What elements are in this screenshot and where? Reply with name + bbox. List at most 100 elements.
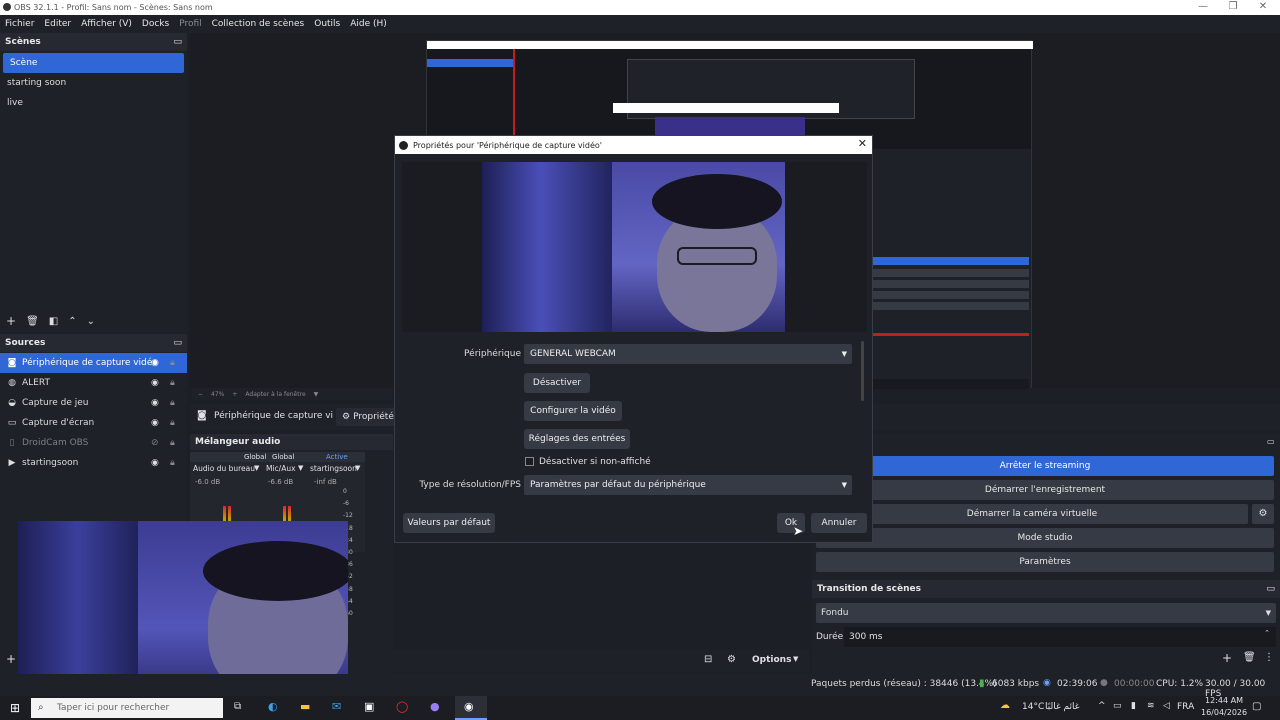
settings-button[interactable]: Paramètres xyxy=(816,552,1274,572)
layout-icon[interactable]: ⊟ xyxy=(704,654,712,665)
chevron-up-icon[interactable]: ⌃ xyxy=(1264,623,1270,643)
close-window-button[interactable]: ✕ xyxy=(1248,0,1278,15)
zoom-in-icon[interactable]: + xyxy=(232,391,237,398)
source-row[interactable]: ◒ Capture de jeu ◉ 🔒︎ xyxy=(0,393,187,413)
lock-icon[interactable]: 🔒︎ xyxy=(170,358,175,368)
studio-mode-button[interactable]: Mode studio xyxy=(816,528,1274,548)
stop-streaming-button[interactable]: Arrêter le streaming xyxy=(816,456,1274,476)
chevron-down-icon[interactable]: ▼ xyxy=(355,464,360,472)
menu-fichier[interactable]: Fichier xyxy=(0,19,39,29)
undock-icon[interactable]: ▭ xyxy=(1267,437,1275,446)
source-row[interactable]: ◙ Périphérique de capture vidéo ◉ 🔒︎ xyxy=(0,353,187,373)
duration-input[interactable]: 300 ms ⌃ xyxy=(844,627,1276,647)
undock-icon[interactable]: ▭ xyxy=(173,338,182,348)
maximize-button[interactable]: ❐ xyxy=(1218,0,1248,15)
menu-profil[interactable]: Profil xyxy=(174,19,206,29)
hide-checkbox[interactable] xyxy=(525,457,534,466)
explorer-icon[interactable]: ▬ xyxy=(300,700,310,713)
wifi-icon[interactable]: ≋ xyxy=(1147,701,1155,711)
channel-name[interactable]: Audio du bureau xyxy=(193,464,255,473)
close-icon[interactable]: ✕ xyxy=(858,137,867,150)
gear-icon[interactable]: ⚙ xyxy=(1252,504,1274,524)
windows-start-icon[interactable]: ⊞ xyxy=(10,701,20,715)
options-button[interactable]: Options xyxy=(752,655,791,665)
deactivate-button[interactable]: Désactiver xyxy=(524,373,590,393)
source-row[interactable]: ◍ ALERT ◉ 🔒︎ xyxy=(0,373,187,393)
tray-icon[interactable]: ▮ xyxy=(1131,701,1136,711)
channel-name[interactable]: startingsoon xyxy=(310,464,357,473)
store-icon[interactable]: ▣ xyxy=(364,700,374,713)
lock-icon[interactable]: 🔒︎ xyxy=(170,438,175,448)
source-row[interactable]: ▯ DroidCam OBS ⊘ 🔒︎ xyxy=(0,433,187,453)
mixer-title: Mélangeur audio xyxy=(190,434,393,450)
channel-name[interactable]: Mic/Aux xyxy=(266,464,296,473)
configure-video-button[interactable]: Configurer la vidéo xyxy=(524,401,622,421)
obs-taskbar-button[interactable]: ◉ xyxy=(455,696,487,720)
menu-outils[interactable]: Outils xyxy=(309,19,345,29)
opera-icon[interactable]: ◯ xyxy=(396,700,408,713)
app-icon[interactable]: ● xyxy=(430,700,440,713)
scrollbar[interactable] xyxy=(861,341,864,401)
eye-icon[interactable]: ◉ xyxy=(151,358,159,368)
scene-item[interactable]: Scène xyxy=(3,53,184,73)
volume-icon[interactable]: ◁ xyxy=(1163,701,1170,711)
chevron-down-icon[interactable]: ▼ xyxy=(298,464,303,472)
menu-editer[interactable]: Editer xyxy=(39,19,76,29)
filter-icon[interactable]: ⚙ xyxy=(727,654,736,665)
tray-icon[interactable]: ▭ xyxy=(1113,701,1122,711)
move-down-icon[interactable]: ⌄ xyxy=(87,316,95,327)
lock-icon[interactable]: 🔒︎ xyxy=(170,378,175,388)
add-source-icon[interactable]: + xyxy=(6,652,16,666)
menu-aide[interactable]: Aide (H) xyxy=(345,19,392,29)
menu-docks[interactable]: Docks xyxy=(137,19,174,29)
eye-icon[interactable]: ◉ xyxy=(151,418,159,428)
lock-icon[interactable]: 🔒︎ xyxy=(170,418,175,428)
lock-icon[interactable]: 🔒︎ xyxy=(170,458,175,468)
source-row[interactable]: ▭ Capture d'écran ◉ 🔒︎ xyxy=(0,413,187,433)
virtual-camera-button[interactable]: Démarrer la caméra virtuelle xyxy=(816,504,1248,524)
more-icon[interactable]: ⋮ xyxy=(1264,652,1274,663)
chevron-down-icon[interactable]: ▼ xyxy=(254,464,259,472)
lock-icon[interactable]: 🔒︎ xyxy=(170,398,175,408)
scene-item[interactable]: starting soon xyxy=(0,73,187,93)
source-row[interactable]: ▶ startingsoon ◉ 🔒︎ xyxy=(0,453,187,473)
language-indicator[interactable]: FRA xyxy=(1177,702,1194,712)
clock-date[interactable]: 16/04/2026 xyxy=(1201,708,1247,717)
mail-icon[interactable]: ✉ xyxy=(332,700,341,713)
add-transition-icon[interactable]: + xyxy=(1222,651,1232,665)
fit-window-label[interactable]: Adapter à la fenêtre xyxy=(245,391,305,398)
input-settings-button[interactable]: Réglages des entrées xyxy=(524,429,630,449)
clock-time[interactable]: 12:44 AM xyxy=(1205,696,1243,705)
start-recording-button[interactable]: Démarrer l'enregistrement xyxy=(816,480,1274,500)
undock-icon[interactable]: ▭ xyxy=(1266,584,1275,594)
minimize-button[interactable]: — xyxy=(1188,0,1218,15)
notification-icon[interactable]: ▢ xyxy=(1252,701,1261,712)
chevron-down-icon[interactable]: ▼ xyxy=(793,655,798,663)
move-up-icon[interactable]: ⌃ xyxy=(68,316,76,327)
eye-hidden-icon[interactable]: ⊘ xyxy=(151,438,159,448)
add-scene-icon[interactable]: + xyxy=(6,314,16,328)
edge-icon[interactable]: ◐ xyxy=(268,700,278,713)
eye-icon[interactable]: ◉ xyxy=(151,398,159,408)
scene-item[interactable]: live xyxy=(0,93,187,113)
hide-checkbox-label[interactable]: Désactiver si non-affiché xyxy=(539,457,651,467)
menu-afficher[interactable]: Afficher (V) xyxy=(76,19,137,29)
device-select[interactable]: GENERAL WEBCAM ▼ xyxy=(524,344,852,364)
remove-transition-icon[interactable]: 🗑 xyxy=(1243,652,1256,663)
search-input[interactable]: ⌕ Taper ici pour rechercher xyxy=(31,698,223,718)
resolution-select[interactable]: Paramètres par défaut du périphérique ▼ xyxy=(524,475,852,495)
defaults-button[interactable]: Valeurs par défaut xyxy=(403,513,495,533)
remove-scene-icon[interactable]: 🗑 xyxy=(26,316,39,327)
undock-icon[interactable]: ▭ xyxy=(173,37,182,47)
menu-collection[interactable]: Collection de scènes xyxy=(207,19,310,29)
task-view-icon[interactable]: ⧉ xyxy=(234,701,241,712)
zoom-out-icon[interactable]: − xyxy=(198,391,203,398)
chevron-down-icon[interactable]: ▼ xyxy=(314,391,319,398)
transition-select[interactable]: Fondu ▼ xyxy=(816,603,1276,623)
chevron-up-icon[interactable]: ^ xyxy=(1098,701,1106,711)
eye-icon[interactable]: ◉ xyxy=(151,378,159,388)
mixer-title-text: Mélangeur audio xyxy=(195,437,281,447)
cancel-button[interactable]: Annuler xyxy=(811,513,867,533)
filter-scene-icon[interactable]: ◧ xyxy=(49,316,58,327)
eye-icon[interactable]: ◉ xyxy=(151,458,159,468)
